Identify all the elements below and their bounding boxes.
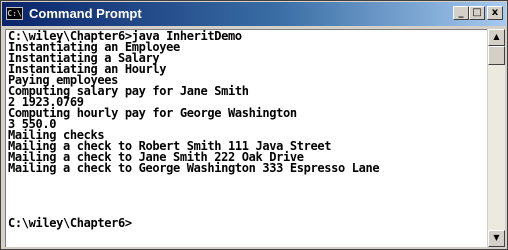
console-line: Computing hourly pay for George Washingt…	[8, 106, 297, 120]
minimize-button[interactable]: _	[453, 6, 469, 20]
console-line: C:\wiley\Chapter6>	[8, 216, 132, 230]
vertical-scrollbar[interactable]: ▲ ▼	[488, 29, 505, 247]
scroll-down-button[interactable]: ▼	[488, 230, 505, 247]
scroll-thumb[interactable]	[488, 46, 505, 65]
scroll-up-button[interactable]: ▲	[488, 29, 505, 46]
command-prompt-window: C:\ Command Prompt _ □ x C:\wiley\Chapte…	[0, 0, 508, 250]
cmd-icon[interactable]: C:\	[6, 7, 23, 20]
console-output[interactable]: C:\wiley\Chapter6>java InheritDemo Instan…	[5, 29, 487, 247]
close-button[interactable]: x	[487, 6, 503, 20]
maximize-button[interactable]: □	[469, 6, 485, 20]
title-bar[interactable]: C:\ Command Prompt _ □ x	[2, 2, 506, 26]
console-line: Mailing a check to George Washington 333…	[8, 161, 380, 175]
window-title: Command Prompt	[29, 6, 142, 21]
